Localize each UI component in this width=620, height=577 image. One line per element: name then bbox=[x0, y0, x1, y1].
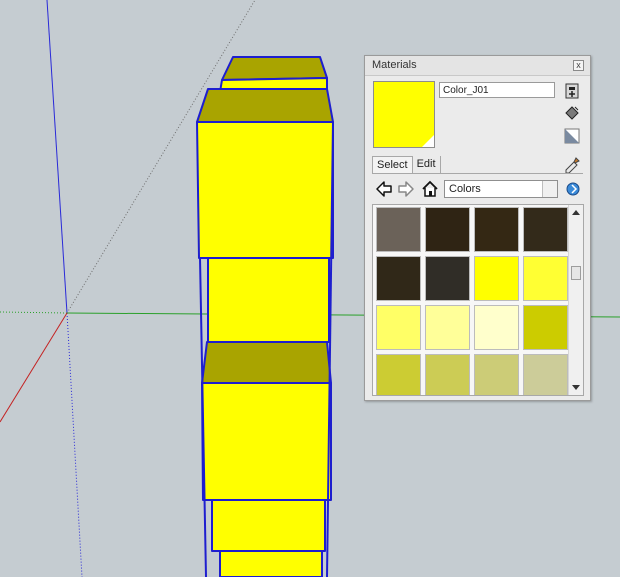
materials-titlebar[interactable]: Materials x bbox=[365, 56, 590, 76]
tabs-divider bbox=[372, 173, 583, 174]
material-tabs: Select Edit bbox=[372, 156, 441, 174]
blue-axis-dotted bbox=[66, 312, 83, 577]
cube-2-top[interactable] bbox=[196, 88, 334, 123]
tab-edit[interactable]: Edit bbox=[413, 156, 441, 173]
material-swatch[interactable] bbox=[376, 256, 421, 301]
material-swatch[interactable] bbox=[425, 256, 470, 301]
cube-1-top[interactable] bbox=[221, 56, 328, 81]
materials-panel: Materials x SelectEdit bbox=[364, 55, 591, 401]
category-dropdown[interactable]: Colors bbox=[444, 180, 558, 198]
material-swatch[interactable] bbox=[523, 256, 568, 301]
dropdown-arrow-icon[interactable] bbox=[542, 181, 557, 197]
materials-title: Materials bbox=[372, 59, 417, 71]
scroll-up-icon[interactable] bbox=[572, 210, 580, 215]
back-arrow-icon[interactable] bbox=[375, 179, 393, 199]
scroll-thumb[interactable] bbox=[571, 266, 581, 280]
close-button[interactable]: x bbox=[573, 60, 584, 71]
sample-paint-icon[interactable] bbox=[563, 155, 581, 173]
cube-stack[interactable] bbox=[196, 56, 334, 577]
material-swatch[interactable] bbox=[425, 354, 470, 395]
material-swatch[interactable] bbox=[474, 207, 519, 252]
material-swatch[interactable] bbox=[425, 305, 470, 350]
cube-5-front[interactable] bbox=[211, 499, 326, 552]
cube-4-top[interactable] bbox=[201, 341, 332, 384]
scroll-down-icon[interactable] bbox=[572, 385, 580, 390]
material-swatch[interactable] bbox=[376, 207, 421, 252]
paint-bucket-icon[interactable] bbox=[563, 104, 581, 122]
green-axis-dotted bbox=[0, 311, 68, 314]
material-swatch[interactable] bbox=[474, 256, 519, 301]
material-swatch[interactable] bbox=[523, 207, 568, 252]
material-preview-swatch[interactable] bbox=[373, 81, 435, 148]
cube-4-front[interactable] bbox=[201, 382, 332, 501]
create-material-icon[interactable] bbox=[563, 82, 581, 100]
cube-2-front[interactable] bbox=[196, 121, 334, 259]
material-swatch[interactable] bbox=[523, 354, 568, 395]
navigation-row: Colors bbox=[372, 179, 584, 199]
forward-arrow-icon[interactable] bbox=[397, 179, 415, 199]
blue-axis bbox=[46, 0, 68, 314]
home-icon[interactable] bbox=[421, 179, 439, 199]
category-label: Colors bbox=[449, 183, 481, 195]
material-swatch[interactable] bbox=[425, 207, 470, 252]
cube-3-front[interactable] bbox=[207, 257, 330, 343]
details-arrow-icon[interactable] bbox=[565, 179, 583, 199]
red-axis bbox=[0, 312, 68, 423]
default-material-icon[interactable] bbox=[563, 127, 581, 145]
material-swatch[interactable] bbox=[474, 354, 519, 395]
material-swatch[interactable] bbox=[523, 305, 568, 350]
material-swatch[interactable] bbox=[376, 305, 421, 350]
swatch-list bbox=[376, 207, 570, 395]
cube-6-front[interactable] bbox=[219, 550, 323, 577]
material-swatch[interactable] bbox=[376, 354, 421, 395]
tab-select[interactable]: Select bbox=[372, 156, 413, 173]
material-swatch[interactable] bbox=[474, 305, 519, 350]
swatch-scrollbar[interactable] bbox=[568, 205, 583, 395]
material-name-field[interactable] bbox=[439, 82, 555, 98]
material-swatch-grid bbox=[372, 204, 584, 396]
preview-corner-icon bbox=[422, 135, 434, 147]
